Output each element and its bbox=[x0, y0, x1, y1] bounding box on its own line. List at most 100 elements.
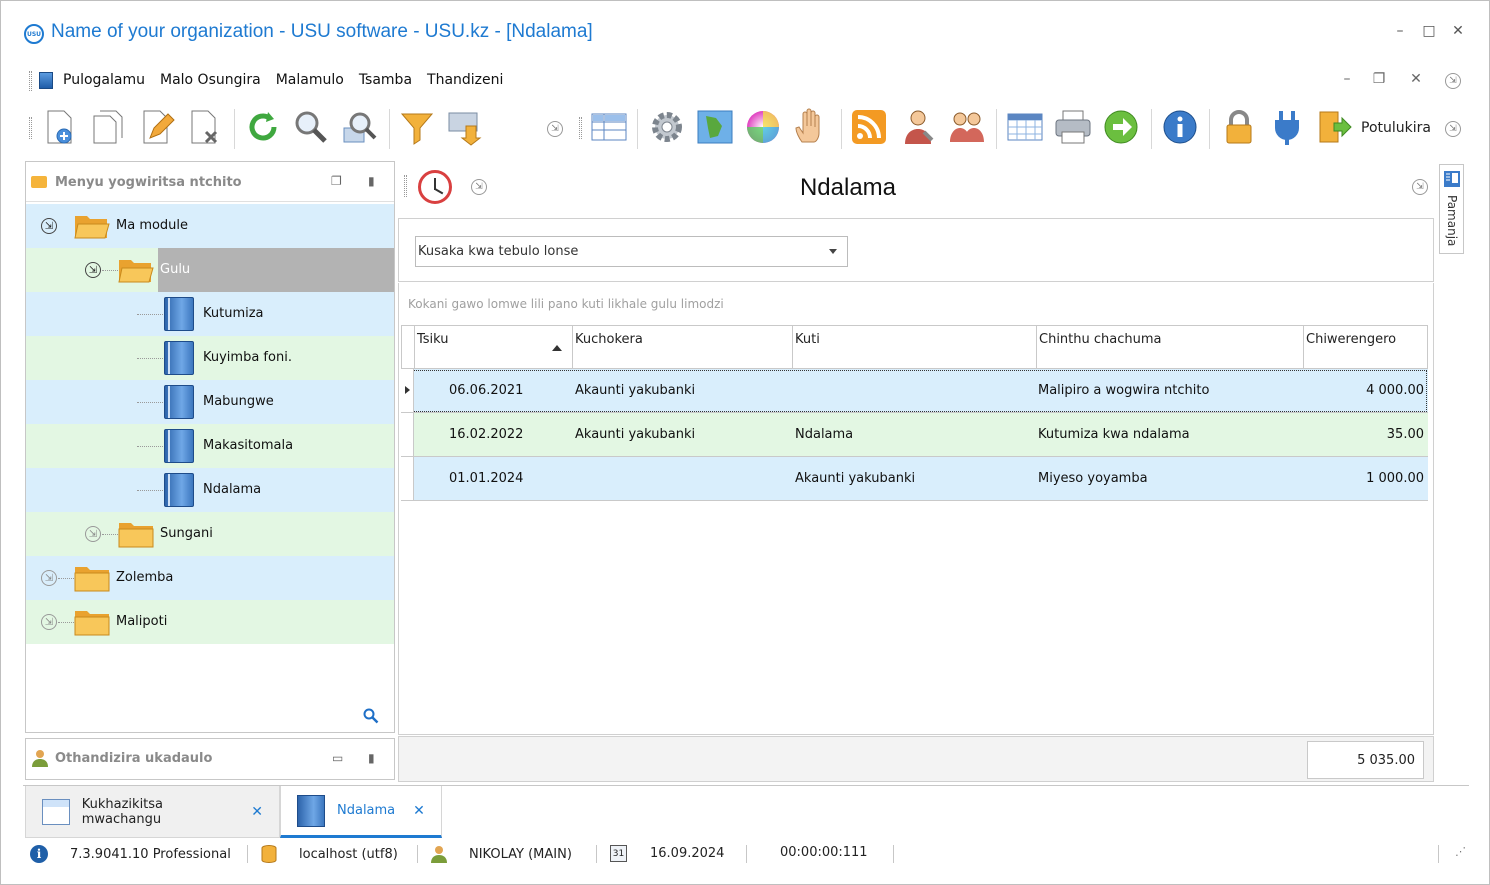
expand-icon[interactable]: ⇲ bbox=[85, 526, 101, 542]
minimize-button[interactable]: – bbox=[1390, 23, 1410, 39]
tree-item-save[interactable]: ⇲ Sungani bbox=[26, 512, 394, 556]
column-header-to[interactable]: Kuti bbox=[793, 326, 1037, 368]
table-icon[interactable] bbox=[1005, 107, 1045, 147]
search-icon[interactable] bbox=[291, 107, 331, 147]
mdi-minimize-button[interactable]: – bbox=[1338, 71, 1356, 87]
users-icon[interactable] bbox=[947, 107, 987, 147]
advanced-search-icon[interactable] bbox=[339, 107, 379, 147]
user-icon[interactable] bbox=[899, 107, 939, 147]
group-by-area[interactable]: Kokani gawo lomwe lili pano kuti likhale… bbox=[398, 283, 1434, 325]
menu-item-page[interactable]: Tsamba bbox=[359, 72, 412, 88]
table-row[interactable]: 01.01.2024 Akaunti yakubanki Miyeso yoya… bbox=[401, 457, 1428, 501]
search-icon[interactable] bbox=[363, 708, 379, 724]
menu-item-program[interactable]: Pulogalamu bbox=[63, 72, 145, 88]
menu-item-help[interactable]: Thandizeni bbox=[427, 72, 503, 88]
refresh-icon[interactable] bbox=[243, 107, 283, 147]
collapse-icon[interactable]: ⇲ bbox=[85, 262, 101, 278]
tree-item-shipping[interactable]: Kutumiza bbox=[26, 292, 394, 336]
tree-item-money[interactable]: Ndalama bbox=[26, 468, 394, 512]
toolbar-grip-2[interactable] bbox=[579, 117, 582, 139]
toolbar: ⇲ Potulukira ⇲ bbox=[29, 101, 1469, 157]
column-header-from[interactable]: Kuchokera bbox=[573, 326, 793, 368]
toolbar-grip[interactable] bbox=[29, 117, 32, 139]
tree-item-modules[interactable]: ⇲ Ma module bbox=[26, 204, 394, 248]
cell-item: Malipiro a wogwira ntchito bbox=[1038, 383, 1210, 398]
exit-label[interactable]: Potulukira bbox=[1361, 120, 1431, 136]
cell-to: Akaunti yakubanki bbox=[795, 471, 916, 486]
menu-item-commands[interactable]: Malamulo bbox=[276, 72, 344, 88]
support-user-icon bbox=[32, 750, 48, 767]
column-header-amount[interactable]: Chiwerengero bbox=[1304, 326, 1427, 368]
cell-amount: 35.00 bbox=[1386, 427, 1424, 442]
forward-icon[interactable] bbox=[1101, 107, 1141, 147]
menu-grip[interactable] bbox=[29, 71, 32, 91]
version-item: i 7.3.9041.10 Professional bbox=[30, 845, 231, 863]
tree-item-customers[interactable]: Makasitomala bbox=[26, 424, 394, 468]
maximize-button[interactable]: □ bbox=[1419, 23, 1439, 39]
toolbar-collapse-icon[interactable]: ⇲ bbox=[1445, 121, 1461, 137]
expand-icon[interactable]: ⇲ bbox=[41, 570, 57, 586]
exit-icon[interactable] bbox=[1315, 107, 1355, 147]
date-text: 16.09.2024 bbox=[650, 846, 725, 861]
export-icon[interactable] bbox=[445, 107, 485, 147]
pin-icon[interactable]: ▮ bbox=[368, 751, 375, 765]
color-icon[interactable] bbox=[743, 107, 783, 147]
program-book-icon bbox=[39, 72, 53, 89]
tree-item-calls[interactable]: Kuyimba foni. bbox=[26, 336, 394, 380]
tree-item-reports[interactable]: ⇲ Malipoti bbox=[26, 600, 394, 644]
tab-close-icon[interactable]: ✕ bbox=[413, 803, 425, 819]
dropdown-arrow-icon[interactable] bbox=[829, 249, 837, 254]
edit-icon[interactable] bbox=[137, 107, 177, 147]
delete-icon[interactable] bbox=[185, 107, 225, 147]
tab-label: Kukhazikitsa mwachangu bbox=[81, 796, 164, 827]
tab-quick-setup[interactable]: Kukhazikitsa mwachangu ✕ bbox=[25, 786, 280, 838]
row-indicator bbox=[401, 413, 414, 456]
manual-side-tab[interactable]: Pamanja bbox=[1439, 164, 1464, 254]
plugin-icon[interactable] bbox=[1267, 107, 1307, 147]
tree-item-documents[interactable]: ⇲ Zolemba bbox=[26, 556, 394, 600]
maximize-panel-icon[interactable]: ▭ bbox=[332, 751, 343, 765]
tech-support-panel[interactable]: Othandizira ukadaulo ▭ ▮ bbox=[25, 738, 395, 780]
table-row[interactable]: 06.06.2021 Akaunti yakubanki Malipiro a … bbox=[401, 369, 1428, 413]
add-icon[interactable] bbox=[39, 107, 79, 147]
tree-label: Makasitomala bbox=[203, 438, 294, 453]
menu-item-storage[interactable]: Malo Osungira bbox=[160, 72, 261, 88]
open-folder-icon bbox=[74, 216, 110, 239]
print-icon[interactable] bbox=[1053, 107, 1093, 147]
collapse-icon[interactable]: ⇲ bbox=[41, 218, 57, 234]
tab-close-icon[interactable]: ✕ bbox=[251, 804, 263, 820]
close-button[interactable]: ✕ bbox=[1448, 23, 1468, 39]
help-book-icon bbox=[1444, 171, 1460, 187]
column-header-item[interactable]: Chinthu chachuma bbox=[1037, 326, 1304, 368]
info-icon[interactable] bbox=[1160, 107, 1200, 147]
table-search-combo[interactable]: Kusaka kwa tebulo lonse bbox=[415, 236, 848, 267]
mdi-close-button[interactable]: ✕ bbox=[1407, 71, 1425, 87]
column-header-label: Chinthu chachuma bbox=[1039, 332, 1162, 347]
module-header: ⇲ Ndalama ⇲ bbox=[398, 161, 1434, 217]
tree-item-group[interactable]: ⇲ Gulu bbox=[26, 248, 394, 292]
tree-item-organizations[interactable]: Mabungwe bbox=[26, 380, 394, 424]
tree-label: Mabungwe bbox=[203, 394, 274, 409]
resize-grip-icon[interactable]: ⋰ bbox=[1455, 845, 1466, 858]
layout-icon[interactable] bbox=[589, 107, 629, 147]
tree-label: Zolemba bbox=[116, 570, 174, 585]
menu-collapse-icon[interactable]: ⇲ bbox=[1445, 73, 1461, 89]
app-window: USU Name of your organization - USU soft… bbox=[0, 0, 1490, 885]
filter-icon[interactable] bbox=[397, 107, 437, 147]
table-row[interactable]: 16.02.2022 Akaunti yakubanki Ndalama Kut… bbox=[401, 413, 1428, 457]
settings-icon[interactable] bbox=[647, 107, 687, 147]
map-icon[interactable] bbox=[695, 107, 735, 147]
toolbar-overflow-icon[interactable]: ⇲ bbox=[547, 121, 563, 137]
rss-icon[interactable] bbox=[849, 107, 889, 147]
open-folder-icon bbox=[118, 260, 154, 283]
column-header-date[interactable]: Tsiku bbox=[415, 326, 573, 368]
copy-icon[interactable] bbox=[87, 107, 127, 147]
cell-from: Akaunti yakubanki bbox=[575, 427, 696, 442]
expand-icon[interactable]: ⇲ bbox=[41, 614, 57, 630]
info-icon: i bbox=[30, 845, 48, 863]
lock-icon[interactable] bbox=[1219, 107, 1259, 147]
mdi-restore-button[interactable]: ❐ bbox=[1370, 71, 1388, 87]
header-collapse-icon[interactable]: ⇲ bbox=[1412, 179, 1428, 195]
tab-money[interactable]: Ndalama ✕ bbox=[280, 786, 442, 838]
hand-icon[interactable] bbox=[791, 107, 831, 147]
